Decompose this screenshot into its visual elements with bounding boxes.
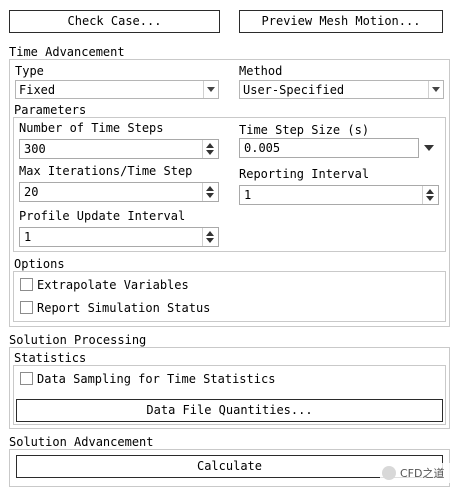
number-of-time-steps-label: Number of Time Steps: [19, 121, 164, 135]
time-advancement-title: Time Advancement: [9, 45, 125, 59]
statistics-title: Statistics: [14, 351, 87, 365]
chevron-down-icon: [428, 81, 443, 98]
time-step-size-dropdown[interactable]: [419, 138, 439, 158]
method-label: Method: [239, 64, 283, 78]
data-sampling-label[interactable]: Data Sampling for Time Statistics: [37, 372, 275, 386]
number-of-time-steps-input[interactable]: 300: [19, 139, 219, 159]
data-file-quantities-button[interactable]: Data File Quantities...: [16, 399, 443, 422]
watermark-text: CFD之道: [400, 467, 445, 480]
profile-update-interval-label: Profile Update Interval: [19, 209, 186, 223]
parameters-title: Parameters: [14, 103, 87, 117]
max-iterations-value: 20: [24, 185, 39, 199]
wechat-icon: [382, 466, 396, 480]
profile-update-interval-input[interactable]: 1: [19, 227, 219, 247]
spinner-arrows-icon[interactable]: [202, 140, 218, 158]
chevron-down-icon: [203, 81, 218, 98]
report-simulation-status-checkbox[interactable]: [20, 301, 33, 314]
calculate-button[interactable]: Calculate: [16, 455, 443, 478]
extrapolate-variables-label[interactable]: Extrapolate Variables: [37, 278, 189, 292]
solution-processing-title: Solution Processing: [9, 333, 147, 347]
reporting-interval-value: 1: [244, 188, 252, 202]
type-dropdown-value: Fixed: [19, 83, 56, 97]
solution-advancement-title: Solution Advancement: [9, 435, 154, 449]
profile-update-interval-value: 1: [24, 230, 32, 244]
max-iterations-input[interactable]: 20: [19, 182, 219, 202]
spinner-arrows-icon[interactable]: [422, 186, 438, 204]
time-step-size-label: Time Step Size (s): [239, 123, 370, 137]
options-title: Options: [14, 257, 65, 271]
time-step-size-value: 0.005: [244, 141, 281, 155]
max-iterations-label: Max Iterations/Time Step: [19, 164, 193, 178]
report-simulation-status-label[interactable]: Report Simulation Status: [37, 301, 210, 315]
extrapolate-variables-checkbox[interactable]: [20, 278, 33, 291]
reporting-interval-input[interactable]: 1: [239, 185, 439, 205]
type-label: Type: [15, 64, 44, 78]
spinner-arrows-icon[interactable]: [202, 228, 218, 246]
time-step-size-input[interactable]: 0.005: [239, 138, 419, 158]
method-dropdown-value: User-Specified: [243, 83, 345, 97]
spinner-arrows-icon[interactable]: [202, 183, 218, 201]
type-dropdown[interactable]: Fixed: [15, 80, 219, 99]
number-of-time-steps-value: 300: [24, 142, 46, 156]
reporting-interval-label: Reporting Interval: [239, 167, 370, 181]
watermark-logo: CFD之道: [380, 463, 450, 483]
preview-mesh-motion-button[interactable]: Preview Mesh Motion...: [239, 10, 443, 33]
data-sampling-checkbox[interactable]: [20, 372, 33, 385]
method-dropdown[interactable]: User-Specified: [239, 80, 444, 99]
chevron-down-icon: [424, 145, 434, 151]
check-case-button[interactable]: Check Case...: [9, 10, 220, 33]
